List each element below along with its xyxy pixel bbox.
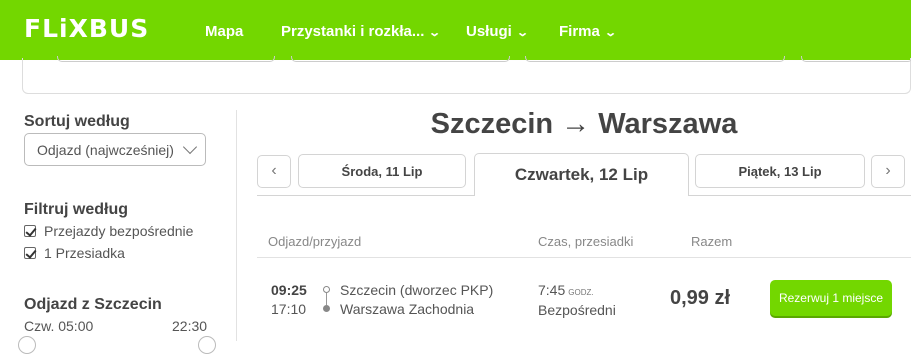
flixbus-logo[interactable]: FLiXBUS	[24, 14, 149, 43]
sort-select[interactable]: Odjazd (najwcześniej)	[24, 133, 206, 166]
chevron-down-icon: ⌄	[604, 27, 617, 39]
filter-one-transfer[interactable]: 1 Przesiadka	[24, 245, 125, 261]
passengers-field[interactable]	[801, 56, 911, 62]
filter-label: Przejazdy bezpośrednie	[44, 223, 194, 239]
nav-item-label: Przystanki i rozkła...	[281, 23, 425, 40]
nav-item-label: Mapa	[205, 23, 244, 40]
nav-item-map[interactable]: Mapa	[205, 23, 243, 40]
trip-price: 0,99 zł	[670, 287, 731, 309]
departure-range-start: Czw. 05:00	[24, 318, 94, 334]
column-header-total: Razem	[691, 234, 733, 249]
route-title: Szczecin → Warszawa	[430, 108, 738, 140]
checkbox-checked[interactable]	[24, 225, 36, 237]
slider-handle-end[interactable]	[198, 336, 216, 354]
chevron-down-icon: ⌄	[428, 27, 442, 39]
trip-duration: 7:45 GODZ.	[538, 282, 594, 298]
chevron-down-icon	[182, 139, 198, 155]
prev-day-button[interactable]: ‹	[257, 155, 291, 188]
nav-item-label: Usługi	[466, 23, 512, 40]
search-bar-container	[22, 56, 911, 94]
nav-item-company[interactable]: Firma ⌄	[559, 23, 617, 40]
tab-day-current[interactable]: Czwartek, 12 Lip	[474, 153, 689, 196]
arrival-time: 17:10	[271, 301, 307, 317]
duration-unit: GODZ.	[568, 288, 594, 297]
column-header-departure: Odjazd/przyjazd	[268, 234, 362, 249]
top-header: FLiXBUS Mapa Przystanki i rozkła... ⌄ Usł…	[0, 0, 911, 60]
nav-item-services[interactable]: Usługi ⌄	[466, 23, 529, 40]
book-button[interactable]: Rezerwuj 1 miejsce	[770, 280, 892, 316]
tab-day-next[interactable]: Piątek, 13 Lip	[695, 154, 865, 188]
slider-handle-start[interactable]	[18, 336, 36, 354]
chevron-down-icon: ⌄	[516, 27, 529, 39]
filter-direct[interactable]: Przejazdy bezpośrednie	[24, 223, 193, 239]
sort-selected-value: Odjazd (najwcześniej)	[37, 142, 174, 158]
checkbox-checked[interactable]	[24, 247, 36, 259]
filter-label: 1 Przesiadka	[44, 245, 125, 261]
filter-title: Filtruj według	[24, 201, 128, 218]
departure-title: Odjazd z Szczecin	[24, 296, 162, 313]
nav-item-stops[interactable]: Przystanki i rozkła... ⌄	[281, 23, 442, 40]
duration-value: 7:45	[538, 282, 566, 298]
nav-item-label: Firma	[559, 23, 600, 40]
trip-transfers: Bezpośredni	[538, 302, 616, 318]
to-field[interactable]	[291, 56, 510, 62]
sort-title: Sortuj według	[24, 113, 130, 130]
sidebar-divider	[236, 110, 237, 341]
results-divider	[257, 257, 911, 258]
departure-range-end: 22:30	[172, 318, 208, 334]
from-field[interactable]	[57, 56, 275, 62]
next-day-button[interactable]: ›	[871, 155, 905, 188]
timeline-end-icon	[323, 305, 330, 312]
timeline-start-icon	[323, 286, 330, 293]
column-header-duration: Czas, przesiadki	[538, 234, 634, 249]
timeline-connector	[326, 293, 327, 305]
tab-day-prev[interactable]: Środa, 11 Lip	[298, 154, 466, 188]
departure-station[interactable]: Szczecin (dworzec PKP)	[340, 282, 493, 298]
departure-time: 09:25	[271, 282, 307, 298]
date-field[interactable]	[525, 56, 785, 62]
arrival-station[interactable]: Warszawa Zachodnia	[340, 301, 474, 317]
